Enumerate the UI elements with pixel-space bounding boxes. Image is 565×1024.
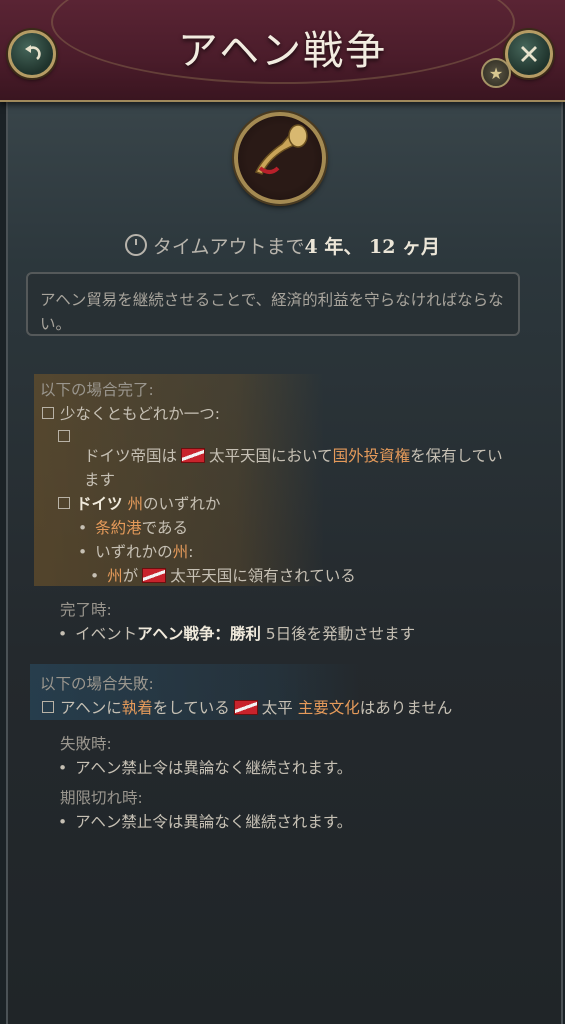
timeout-prefix: タイムアウトまで [152, 236, 305, 258]
close-button[interactable] [505, 30, 553, 78]
checkbox-icon [42, 701, 54, 713]
fail-text-b: をしている [152, 699, 230, 717]
fail-text-a: アヘンに [60, 699, 122, 717]
description-box: アヘン貿易を継続させることで、経済的利益を守らなければならない。 [26, 272, 520, 336]
cond1-text-c: を保有してい [410, 447, 503, 465]
condition-states: ドイツ 州のいずれか [58, 492, 220, 514]
back-arrow-icon [25, 45, 41, 61]
star-icon: ★ [488, 63, 504, 83]
checkbox-icon [58, 430, 70, 442]
flag-icon [142, 568, 167, 583]
state-link[interactable]: 州 [107, 567, 123, 585]
timeout-text: タイムアウトまで4 年、 12 ヶ月 [0, 232, 565, 259]
cond2-3-text-a: が [122, 567, 139, 585]
close-icon [521, 46, 537, 62]
fail-text-c: はありません [359, 699, 453, 717]
on-expire-text: アヘン禁止令は異論なく継続されます。 [75, 813, 353, 831]
event-emblem [226, 112, 326, 204]
on-fail-heading: 失敗時: [60, 735, 112, 753]
cond1-text-a: ドイツ帝国は [84, 447, 178, 465]
treaty-port-link[interactable]: 条約港 [95, 519, 142, 537]
primary-culture-link[interactable]: 主要文化 [298, 699, 360, 717]
back-button[interactable] [8, 30, 56, 78]
cond2-text: のいずれか [142, 495, 221, 513]
on-fail-effect: • アヘン禁止令は異論なく継続されます。 [58, 759, 353, 777]
on-complete-effect: • イベントアヘン戦争：勝利 5日後を発動させます [58, 625, 416, 643]
effect-text-a: イベント [75, 625, 138, 643]
country-link[interactable]: 太平 [262, 699, 293, 717]
header-bar: アヘン戦争 ★ [0, 0, 565, 102]
flag-icon [181, 448, 206, 463]
emblem-ring [234, 112, 326, 204]
on-fail-text: アヘン禁止令は異論なく継続されます。 [75, 759, 353, 777]
condition-owned: • 州が 太平天国に領有されている [90, 567, 356, 585]
cond2-3-text-b: に領有されている [232, 567, 356, 585]
obsession-link[interactable]: 執着 [122, 699, 153, 717]
cond2-2-text: いずれかの [95, 543, 173, 561]
condition-investment: ドイツ帝国は 太平天国において国外投資権を保有してい [84, 444, 503, 466]
country-link[interactable]: 太平天国 [170, 567, 232, 585]
condition-investment-cont: ます [84, 471, 116, 489]
investment-rights-link[interactable]: 国外投資権 [333, 447, 411, 465]
cond1-text-b: において [271, 447, 333, 465]
state-link[interactable]: 州 [127, 495, 143, 513]
on-expire-effect: • アヘン禁止令は異論なく継続されます。 [58, 813, 353, 831]
page-title: アヘン戦争 [177, 28, 388, 74]
cond2-2-colon: : [188, 543, 194, 561]
country-link[interactable]: 太平天国 [209, 447, 271, 465]
timeout-value: 4 年、 12 ヶ月 [304, 236, 441, 258]
failure-heading: 以下の場合失敗: [40, 675, 154, 693]
success-heading: 以下の場合完了: [40, 381, 154, 399]
flag-icon [233, 700, 258, 715]
any-of-label: 少なくともどれか一つ: [60, 405, 220, 423]
on-expire-heading: 期限切れ時: [60, 789, 143, 807]
effect-text-b: 5日後を発動させます [260, 625, 416, 643]
on-complete-heading: 完了時: [60, 601, 112, 619]
checkbox-icon [42, 407, 54, 419]
germany-label: ドイツ [76, 495, 123, 513]
state-link[interactable]: 州 [173, 543, 189, 561]
any-of-condition: 少なくともどれか一つ: [42, 402, 220, 424]
bugle-icon [254, 124, 308, 175]
pin-star-button[interactable]: ★ [481, 58, 511, 88]
failure-condition: アヘンに執着をしている 太平 主要文化はありません [42, 696, 452, 718]
clock-icon [124, 234, 147, 256]
event-link[interactable]: アヘン戦争：勝利 [137, 625, 261, 643]
sub-checkbox-row [58, 428, 76, 446]
condition-any-state: • いずれかの州: [78, 543, 194, 561]
checkbox-icon [58, 497, 70, 509]
condition-treaty-port: • 条約港である [78, 519, 189, 537]
cond2-1-text: である [141, 519, 189, 537]
